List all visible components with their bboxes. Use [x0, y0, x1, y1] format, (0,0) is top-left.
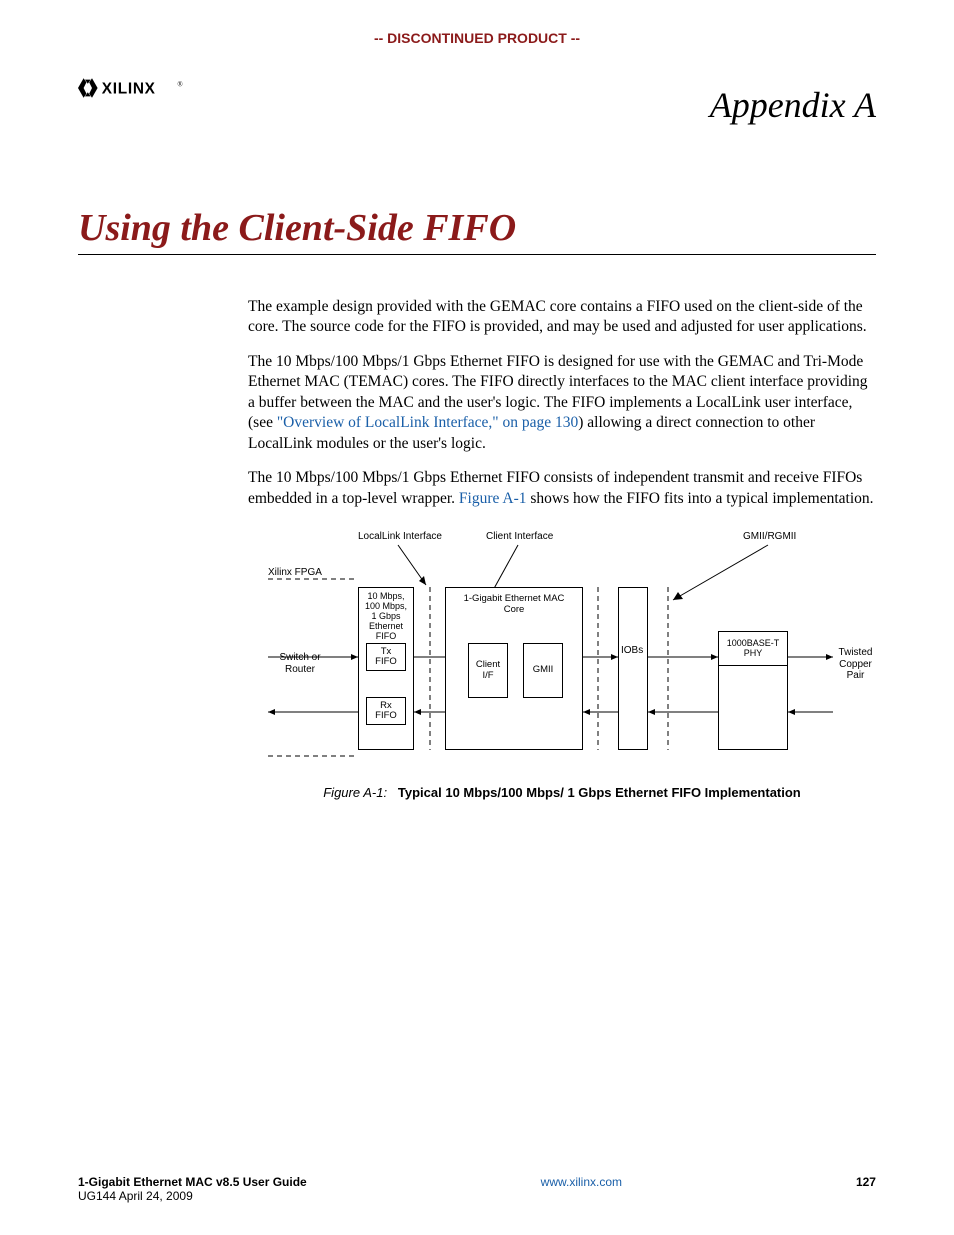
label-iobs: IOBs — [621, 645, 643, 657]
paragraph-1: The example design provided with the GEM… — [248, 297, 876, 338]
footer-doc-date: UG144 April 24, 2009 — [78, 1189, 307, 1203]
label-fpga: Xilinx FPGA — [268, 567, 322, 579]
label-locallink: LocalLink Interface — [358, 531, 442, 543]
paragraph-3: The 10 Mbps/100 Mbps/1 Gbps Ethernet FIF… — [248, 468, 876, 509]
text: shows how the FIFO fits into a typical i… — [527, 490, 874, 507]
xilinx-logo: XILINX ® — [78, 74, 218, 102]
svg-text:®: ® — [177, 81, 183, 89]
page-title: Using the Client-Side FIFO — [78, 206, 876, 255]
label-switch-router: Switch or Router — [270, 652, 330, 675]
label-twisted-pair: Twisted Copper Pair — [833, 647, 878, 682]
page-footer: 1-Gigabit Ethernet MAC v8.5 User Guide U… — [78, 1175, 876, 1203]
box-client-if: Client I/F — [468, 643, 508, 698]
box-tx-fifo: Tx FIFO — [366, 643, 406, 671]
figure-number: Figure A-1: — [323, 785, 387, 800]
box-phy-lower — [718, 666, 788, 750]
diagram: LocalLink Interface Client Interface GMI… — [248, 527, 876, 777]
figure-caption-text: Typical 10 Mbps/100 Mbps/ 1 Gbps Etherne… — [398, 785, 801, 800]
label-client-interface: Client Interface — [486, 531, 553, 543]
footer-doc-title: 1-Gigabit Ethernet MAC v8.5 User Guide — [78, 1175, 307, 1189]
label-mac-core: 1-Gigabit Ethernet MAC Core — [450, 594, 578, 615]
footer-url[interactable]: www.xilinx.com — [541, 1175, 622, 1189]
box-phy: 1000BASE-T PHY — [718, 631, 788, 666]
header-row: XILINX ® Appendix A — [78, 74, 876, 126]
label-gmii-rgmii: GMII/RGMII — [743, 531, 796, 543]
figure-a1: LocalLink Interface Client Interface GMI… — [248, 527, 876, 800]
xref-locallink[interactable]: "Overview of LocalLink Interface," on pa… — [277, 414, 578, 431]
footer-page-number: 127 — [856, 1175, 876, 1189]
label-fifo-title: 10 Mbps, 100 Mbps, 1 Gbps Ethernet FIFO — [361, 592, 411, 641]
box-iobs — [618, 587, 648, 750]
body-column: The example design provided with the GEM… — [248, 297, 876, 800]
svg-text:XILINX: XILINX — [102, 81, 156, 98]
appendix-label: Appendix A — [710, 84, 876, 126]
box-rx-fifo: Rx FIFO — [366, 697, 406, 725]
xilinx-logo-icon: XILINX ® — [78, 74, 218, 102]
footer-left: 1-Gigabit Ethernet MAC v8.5 User Guide U… — [78, 1175, 307, 1203]
discontinued-banner: -- DISCONTINUED PRODUCT -- — [78, 30, 876, 46]
xref-figure-a1[interactable]: Figure A-1 — [459, 490, 527, 507]
box-gmii: GMII — [523, 643, 563, 698]
figure-caption: Figure A-1: Typical 10 Mbps/100 Mbps/ 1 … — [248, 785, 876, 800]
paragraph-2: The 10 Mbps/100 Mbps/1 Gbps Ethernet FIF… — [248, 352, 876, 454]
